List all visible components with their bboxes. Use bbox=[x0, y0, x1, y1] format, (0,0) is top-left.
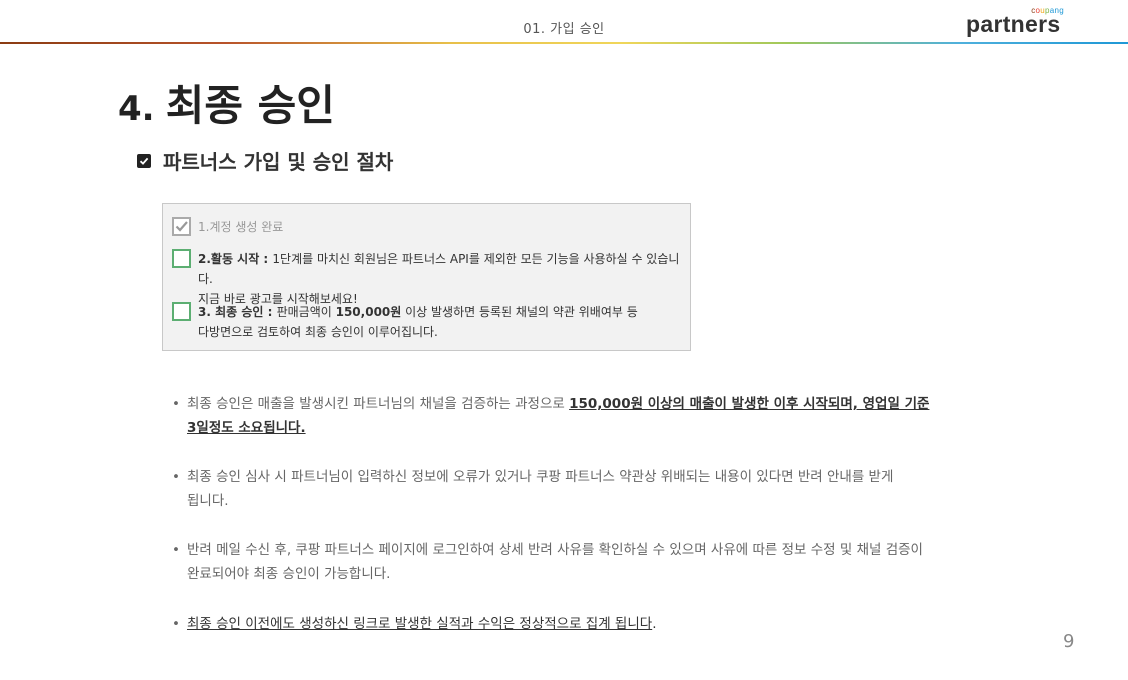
header-section-title: 01. 가입 승인 bbox=[523, 22, 605, 37]
bullet-icon: • bbox=[172, 616, 180, 632]
step-line: 1.계정 생성 완료 bbox=[198, 220, 284, 234]
bullet-text: . bbox=[652, 616, 657, 632]
bullet-icon: • bbox=[172, 469, 180, 485]
step-label: 3. 최종 승인 : bbox=[198, 305, 277, 319]
bullet-emphasis: 3일정도 소요됩니다. bbox=[187, 420, 306, 436]
bullet-icon: • bbox=[172, 542, 180, 558]
section-heading-label: 파트너스 가입 및 승인 절차 bbox=[163, 150, 394, 174]
step-item: 3. 최종 승인 : 판매금액이 150,000원 이상 발생하면 등록된 채널… bbox=[172, 302, 638, 342]
page-number: 9 bbox=[1063, 631, 1075, 652]
step-text: 2.활동 시작 : 1단계를 마치신 회원님은 파트너스 API를 제외한 모든… bbox=[198, 249, 690, 309]
step-amount: 150,000원 bbox=[335, 305, 402, 319]
list-item-text: 최종 승인은 매출을 발생시킨 파트너님의 채널을 검증하는 과정으로 150,… bbox=[187, 392, 987, 440]
step-label: 2.활동 시작 : bbox=[198, 252, 273, 266]
page-title: 4. 최종 승인 bbox=[118, 72, 335, 133]
step-text: 3. 최종 승인 : 판매금액이 150,000원 이상 발생하면 등록된 채널… bbox=[198, 302, 638, 342]
checkbox-checked-icon bbox=[137, 153, 151, 168]
bullet-text: 완료되어야 최종 승인이 가능합니다. bbox=[187, 566, 391, 582]
step-line: 다방면으로 검토하여 최종 승인이 이루어집니다. bbox=[198, 325, 438, 339]
partners-wordmark: partners bbox=[966, 11, 1061, 37]
checkbox-checked-icon bbox=[172, 217, 191, 236]
list-item-text: 최종 승인 심사 시 파트너님이 입력하신 정보에 오류가 있거나 쿠팡 파트너… bbox=[187, 465, 987, 513]
bullet-text: 최종 승인은 매출을 발생시킨 파트너님의 채널을 검증하는 과정으로 bbox=[187, 396, 570, 412]
header-gradient-divider bbox=[0, 42, 1128, 44]
section-heading: 파트너스 가입 및 승인 절차 bbox=[137, 146, 393, 175]
step-text: 1.계정 생성 완료 bbox=[198, 217, 283, 237]
bullet-text: 됩니다. bbox=[187, 493, 229, 509]
bullet-text: 최종 승인 심사 시 파트너님이 입력하신 정보에 오류가 있거나 쿠팡 파트너… bbox=[187, 469, 894, 485]
list-item-text: 최종 승인 이전에도 생성하신 링크로 발생한 실적과 수익은 정상적으로 집계… bbox=[187, 612, 987, 636]
checkbox-empty-icon bbox=[172, 302, 191, 321]
page-title-text: 최종 승인 bbox=[165, 81, 335, 130]
bullet-emphasis: 최종 승인 이전에도 생성하신 링크로 발생한 실적과 수익은 정상적으로 집계… bbox=[187, 616, 653, 632]
bullet-icon: • bbox=[172, 396, 180, 412]
list-item-text: 반려 메일 수신 후, 쿠팡 파트너스 페이지에 로그인하여 상세 반려 사유를… bbox=[187, 538, 987, 586]
checkbox-empty-icon bbox=[172, 249, 191, 268]
step-item: 1.계정 생성 완료 bbox=[172, 217, 283, 237]
bullet-emphasis: 150,000원 이상의 매출이 발생한 이후 시작되며, 영업일 기준 bbox=[569, 396, 930, 412]
step-line: 이상 발생하면 등록된 채널의 약관 위배여부 등 bbox=[401, 305, 638, 319]
bullet-text: 반려 메일 수신 후, 쿠팡 파트너스 페이지에 로그인하여 상세 반려 사유를… bbox=[187, 542, 923, 558]
page-title-number: 4. bbox=[118, 89, 155, 129]
step-item: 2.활동 시작 : 1단계를 마치신 회원님은 파트너스 API를 제외한 모든… bbox=[172, 249, 690, 309]
approval-steps-panel: 1.계정 생성 완료 2.활동 시작 : 1단계를 마치신 회원님은 파트너스 … bbox=[162, 203, 691, 351]
step-line: 판매금액이 bbox=[276, 305, 336, 319]
